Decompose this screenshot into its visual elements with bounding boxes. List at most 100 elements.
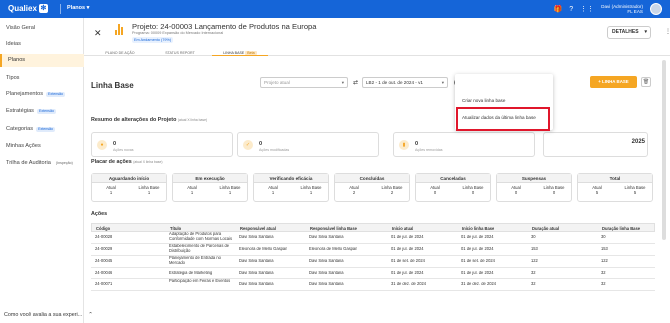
table-row[interactable]: 24-00071 Participação em Feiras e Evento… [91, 279, 655, 291]
cell-start: 01 de jul. de 2024 [391, 235, 424, 239]
score-atual: 0 [514, 190, 518, 195]
sidebar-item-label: Visão Geral [6, 25, 36, 31]
cell-responsible-base: Davi Silva Santana [309, 282, 344, 286]
swap-icon[interactable]: ⇄ [353, 79, 358, 86]
sidebar-item-tipos[interactable]: Tipos [0, 72, 84, 85]
module-selector[interactable]: Planos ▾ [67, 5, 89, 11]
new-baseline-button[interactable]: + LINHA BASE [590, 76, 637, 88]
score-atual: 1 [109, 190, 113, 195]
cell-duration: 122 [531, 259, 538, 263]
extension-tag: Extensão [36, 127, 56, 132]
placar-subtitle: (atual X linha base) [133, 160, 163, 164]
score-base: 0 [471, 190, 475, 195]
sidebar-item-label: Tipos [6, 75, 20, 81]
cell-start-base: 31 de dez. de 2024 [461, 282, 497, 286]
sidebar-item-trilha-auditoria[interactable]: Trilha de Auditoria (Inspeção) [0, 157, 84, 170]
cell-code: 24-00028 [95, 235, 113, 239]
cell-duration-base: 153 [601, 247, 608, 251]
card-value: 2025 [631, 139, 645, 145]
card-value: 0 [415, 141, 419, 147]
score-card-aguardando: Aguardando início Atual 1 Linha Base 1 [91, 173, 167, 202]
cell-responsible: Eleonora de Mello Gaspari [239, 247, 288, 251]
table-row[interactable]: 24-00028 Adaptação de Produtos para Conf… [91, 232, 655, 244]
card-value: 0 [259, 141, 263, 147]
table-row[interactable]: 24-00029 Estabelecimento de Parcerias de… [91, 244, 655, 256]
cell-duration: 32 [531, 282, 536, 286]
sidebar-item-label: Estratégias [6, 108, 34, 114]
sidebar-item-label: Categorias [6, 126, 34, 132]
cell-title: Participação em Feiras e Eventos [169, 279, 231, 283]
cell-code: 24-00045 [95, 259, 113, 263]
card-value: 0 [113, 141, 117, 147]
card-label: Ações novas [113, 148, 134, 152]
feedback-bar[interactable]: Como você avalia a sua experi... ⌃ [4, 312, 93, 318]
inspection-tag: (Inspeção) [55, 161, 73, 165]
table-row[interactable]: 24-00046 Estratégia de Marketing Davi Si… [91, 268, 655, 279]
sidebar-item-minhas-acoes[interactable]: Minhas Ações [0, 140, 84, 153]
cell-title: Adaptação de Produtos para Conformidade … [169, 232, 233, 241]
module-label: Planos [67, 5, 86, 11]
cell-start-base: 01 de jul. de 2024 [461, 271, 494, 275]
sidebar-item-label: Planejamentos [6, 91, 44, 97]
menu-item-create-baseline[interactable]: Criar nova linha base [462, 98, 505, 103]
table-header: Código Título Responsável atual Responsá… [91, 223, 655, 232]
help-icon[interactable]: ? [569, 6, 573, 13]
cell-responsible: Davi Silva Santana [239, 282, 274, 286]
cell-title: Planejamento de Entrada no Mercado [169, 256, 221, 265]
logo-mark-icon: ✻ [38, 4, 48, 13]
baseline-select[interactable]: LB2 - 1 de out. de 2024 - v1 ▾ [362, 77, 448, 88]
sidebar-item-visao-geral[interactable]: Visão Geral [0, 22, 84, 35]
cell-duration-base: 32 [601, 271, 606, 275]
delete-icon[interactable]: 🗑 [641, 77, 651, 87]
cell-duration-base: 30 [601, 235, 606, 239]
cell-title: Estabelecimento de Parcerias de Distribu… [169, 244, 230, 253]
sidebar-item-ideias[interactable]: Ideias [0, 38, 84, 51]
score-card-verificando: Verificando eficácia Atual 1 Linha Base 1 [253, 173, 329, 202]
score-base: 1 [309, 190, 313, 195]
score-atual: 5 [595, 190, 599, 195]
score-card-title: Suspensas [497, 174, 571, 183]
project-select[interactable]: Projeto atual ▾ [260, 77, 348, 88]
avatar[interactable] [650, 3, 662, 15]
cell-duration: 32 [531, 271, 536, 275]
actions-table: Código Título Responsável atual Responsá… [91, 223, 655, 291]
cell-duration: 30 [531, 235, 536, 239]
cell-responsible-base: Eleonora de Mello Gaspari [309, 247, 358, 251]
user-info[interactable]: Davi (Administrador) FL EAS [601, 4, 643, 15]
cell-start: 01 de set. de 2024 [391, 259, 425, 263]
sidebar-item-estrategias[interactable]: Estratégias Extensão [0, 105, 84, 118]
score-base: 2 [390, 190, 394, 195]
sidebar-item-planos[interactable]: Planos [0, 54, 84, 67]
sidebar-item-planejamentos[interactable]: Planejamentos Extensão [0, 88, 84, 101]
score-atual: 2 [352, 190, 356, 195]
table-row[interactable]: 24-00045 Planejamento de Entrada no Merc… [91, 256, 655, 268]
score-card-title: Aguardando início [92, 174, 166, 183]
cell-responsible-base: Davi Silva Santana [309, 259, 344, 263]
user-company: FL EAS [627, 9, 643, 14]
chevron-down-icon: ▾ [341, 80, 344, 85]
removed-actions-icon: ▮ [399, 140, 409, 150]
chevron-down-icon: ▾ [441, 80, 444, 85]
summary-title-text: Resumo de alterações do Projeto [91, 117, 177, 123]
highlight-box [456, 107, 550, 131]
baseline-select-value: LB2 - 1 de out. de 2024 - v1 [366, 80, 423, 85]
qualiex-logo[interactable]: Qualiex ✻ [8, 4, 48, 13]
project-select-placeholder: Projeto atual [264, 80, 290, 85]
score-atual: 1 [271, 190, 275, 195]
cell-responsible: Davi Silva Santana [239, 271, 274, 275]
score-card-concluidas: Concluídas Atual 2 Linha Base 2 [334, 173, 410, 202]
sidebar-item-categorias[interactable]: Categorias Extensão [0, 123, 84, 136]
top-bar: Qualiex ✻ Planos ▾ 🎁 ? ⋮⋮ Davi (Administ… [0, 0, 670, 18]
card-label: Ações removidas [415, 148, 443, 152]
summary-subtitle: (atual X linha base) [177, 118, 208, 122]
cell-code: 24-00071 [95, 282, 113, 286]
gift-icon[interactable]: 🎁 [554, 5, 563, 13]
summary-card-modified: ✓ 0 Ações modificadas [237, 132, 379, 157]
placar-title-text: Placar de ações [91, 159, 132, 165]
apps-icon[interactable]: ⋮⋮ [580, 5, 594, 13]
score-card-title: Em execução [173, 174, 247, 183]
cell-duration: 153 [531, 247, 538, 251]
sidebar-item-label: Minhas Ações [6, 143, 41, 149]
cell-start-base: 01 de jul. de 2024 [461, 247, 494, 251]
cell-title: Estratégia de Marketing [169, 271, 213, 275]
